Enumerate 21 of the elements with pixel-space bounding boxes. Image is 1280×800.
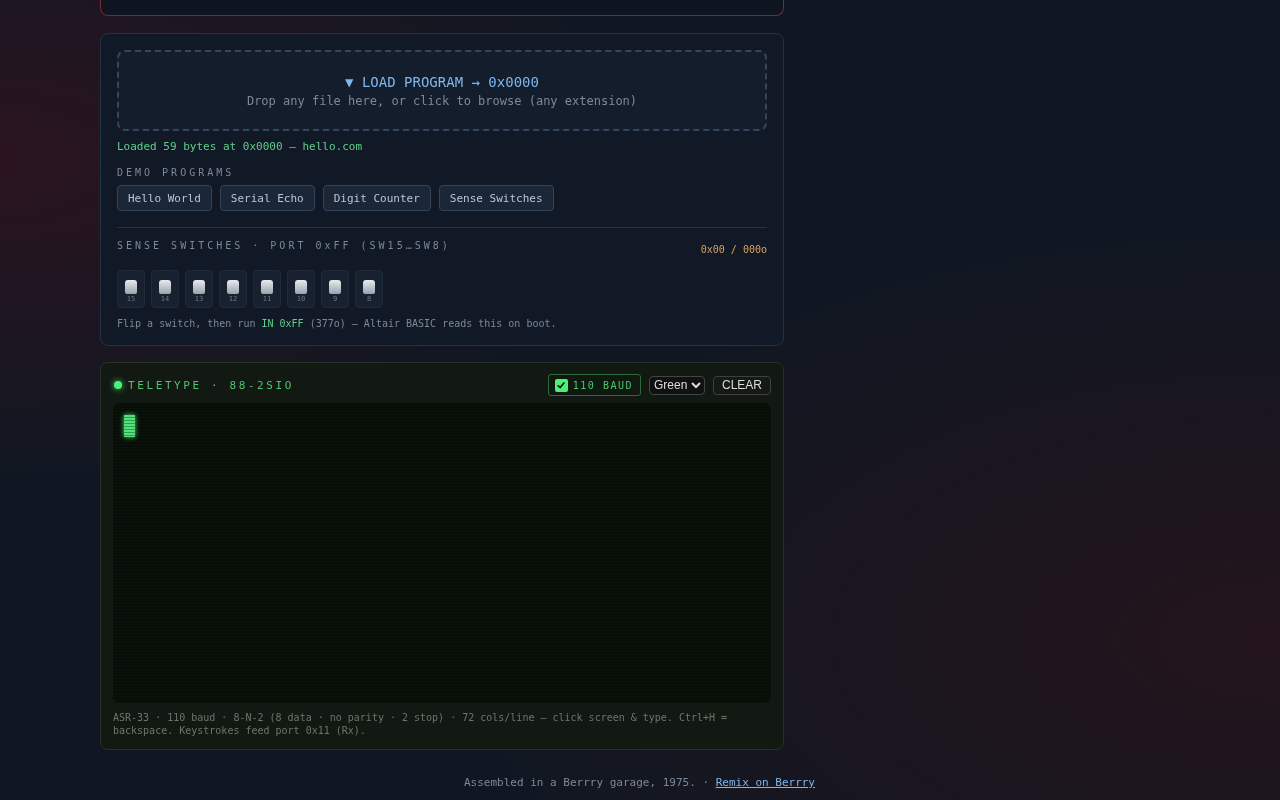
section-label: SENSE SWITCHES · PORT 0xFF (SW15…SW8) [117, 240, 451, 251]
teletype-info: ASR-33 · 110 baud · 8-N-2 (8 data · no parity · 2 stop) · 72 cols/line — click screen & type. Ctrl+H = backspace. Keystrokes feed port 0x11 (Rx). [113, 711, 729, 737]
drop-title: ▼ LOAD PROGRAM → 0x0000 [345, 73, 539, 90]
switch-value: 0x00 / 000o [700, 244, 767, 255]
footer-text: Assembled in a Berrry garage, 1975. · Remix on Berrry [463, 776, 815, 789]
checkbox[interactable] [554, 378, 568, 392]
cursor-icon [124, 415, 135, 437]
teletype-title: TELETYPE · 88-2SIO [128, 378, 294, 392]
clear-button[interactable]: CLEAR [713, 375, 771, 395]
drop-hint: Drop any file here, or click to browse (any extension) [246, 93, 638, 108]
demo-button[interactable]: Sense Switches [438, 185, 554, 211]
switch-note: Flip a switch, then run IN 0xFF (377o) — Altair BASIC reads this on boot. [117, 318, 558, 329]
demo-button[interactable]: Hello World [117, 185, 212, 211]
color-select[interactable]: Green [649, 375, 705, 395]
demo-button[interactable]: Digit Counter [322, 185, 431, 211]
drop-zone[interactable]: ▼ LOAD PROGRAM → 0x0000 Drop any file here, or click to browse (any extension) [117, 50, 767, 131]
load-status: Loaded 59 bytes at 0x0000 — hello.com [117, 140, 364, 153]
section-label: DEMO PROGRAMS [117, 167, 236, 178]
demo-button[interactable]: Serial Echo [219, 185, 315, 211]
remix-link[interactable]: Remix on Berrry [715, 776, 815, 789]
baud-toggle[interactable]: 110 BAUD [547, 374, 641, 396]
